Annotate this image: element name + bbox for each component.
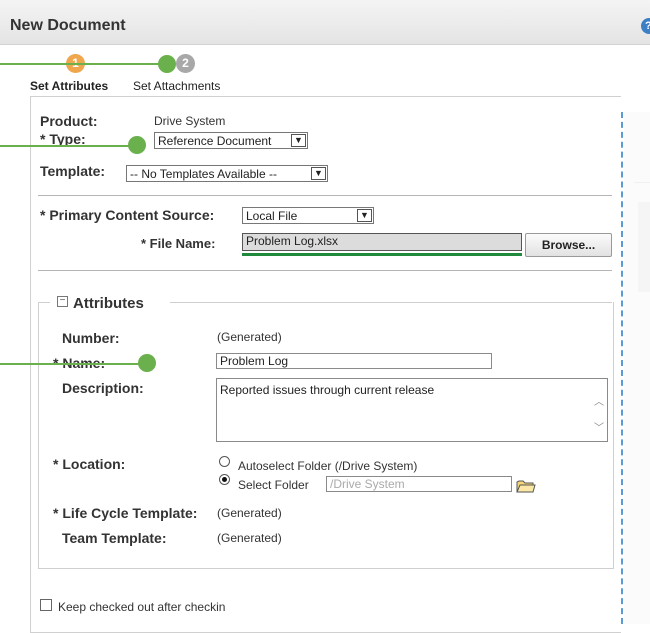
primary-content-value: Local File [246,209,298,223]
callout-dot [138,354,156,372]
product-label: Product: [40,113,98,129]
product-value: Drive System [154,114,226,128]
template-label: Template: [40,163,106,179]
wizard-steps: 1 2 Set Attributes Set Attachments [0,45,650,95]
background-window [624,112,650,624]
chevron-down-icon: ▼ [311,167,326,180]
scroll-up-icon[interactable]: ︿ [594,393,604,408]
autoselect-folder-radio[interactable] [219,456,230,467]
callout-line [0,363,142,365]
description-text: Reported issues through current release [220,383,435,397]
template-select-value: -- No Templates Available -- [130,167,277,181]
help-icon[interactable]: ? [641,18,650,34]
primary-content-select[interactable]: Local File ▼ [242,207,374,224]
dialog-title-bar: New Document ? [0,0,650,45]
callout-dot [128,136,146,154]
team-template-label: Team Template: [62,530,167,546]
attributes-legend: Attributes [73,295,144,312]
step-set-attributes[interactable]: Set Attributes [30,79,108,93]
scroll-down-icon[interactable]: ﹀ [594,419,604,434]
description-label: Description: [62,380,144,396]
chevron-down-icon: ▼ [357,209,372,222]
divider [38,195,612,196]
step-set-attachments[interactable]: Set Attachments [133,79,220,93]
file-name-label: * File Name: [141,236,216,251]
chevron-down-icon: ▼ [291,134,306,147]
browse-button[interactable]: Browse... [525,233,612,257]
autoselect-folder-label: Autoselect Folder (/Drive System) [238,459,418,473]
collapse-icon[interactable]: − [57,296,68,307]
file-name-input[interactable]: Problem Log.xlsx [242,233,522,251]
type-select[interactable]: Reference Document ▼ [154,132,308,149]
template-select[interactable]: -- No Templates Available -- ▼ [126,165,328,182]
select-folder-label: Select Folder [238,478,309,492]
number-value: (Generated) [217,330,282,344]
ghost-divider [634,182,650,183]
life-cycle-label: * Life Cycle Template: [53,505,198,521]
dialog-title: New Document [10,17,126,34]
ghost-block [638,202,650,292]
divider [38,270,612,271]
folder-path-input[interactable]: /Drive System [326,476,512,492]
description-textarea[interactable]: Reported issues through current release … [216,378,608,442]
callout-dot [158,55,176,73]
team-template-value: (Generated) [217,531,282,545]
keep-checked-out-label: Keep checked out after checkin [58,600,226,614]
location-label: * Location: [53,456,126,472]
life-cycle-value: (Generated) [217,506,282,520]
callout-line [0,145,133,147]
name-input[interactable]: Problem Log [216,353,492,369]
keep-checked-out-checkbox[interactable] [40,599,52,611]
callout-line [0,63,166,65]
window-dashed-edge [621,112,623,624]
type-select-value: Reference Document [158,134,272,148]
primary-content-label: * Primary Content Source: [40,207,215,223]
number-label: Number: [62,330,120,346]
step-2-indicator[interactable]: 2 [176,54,195,73]
select-folder-radio[interactable] [219,474,230,485]
file-progress-bar [242,253,522,256]
folder-icon[interactable] [516,478,536,494]
